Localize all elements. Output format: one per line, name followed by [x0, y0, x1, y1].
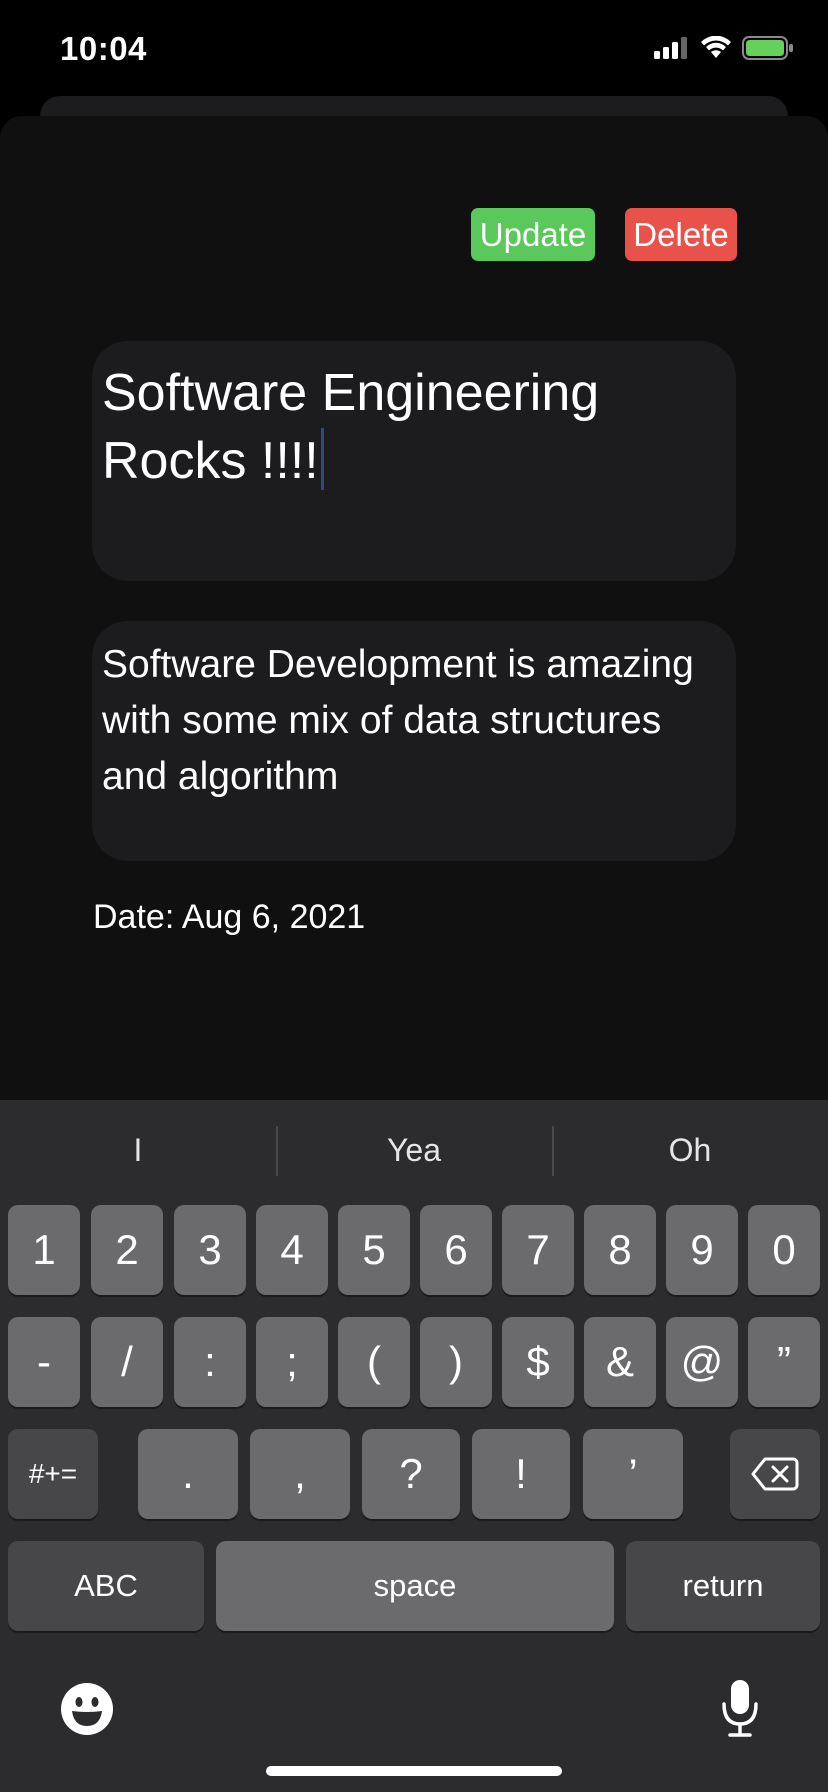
suggestion-item[interactable]: I — [0, 1100, 276, 1200]
text-cursor — [320, 428, 324, 490]
key-2[interactable]: 2 — [91, 1205, 163, 1295]
key-open-paren[interactable]: ( — [338, 1317, 410, 1407]
key-exclamation[interactable]: ! — [472, 1429, 570, 1519]
key-colon[interactable]: : — [174, 1317, 246, 1407]
status-icons — [654, 36, 794, 60]
key-9[interactable]: 9 — [666, 1205, 738, 1295]
emoji-icon[interactable] — [60, 1682, 114, 1736]
suggestion-item[interactable]: Yea — [276, 1100, 552, 1200]
key-slash[interactable]: / — [91, 1317, 163, 1407]
key-8[interactable]: 8 — [584, 1205, 656, 1295]
note-body-text: Software Development is amazing with som… — [102, 643, 694, 798]
key-close-paren[interactable]: ) — [420, 1317, 492, 1407]
home-indicator[interactable] — [266, 1766, 562, 1776]
suggestion-item[interactable]: Oh — [552, 1100, 828, 1200]
delete-icon — [751, 1457, 799, 1491]
note-title-field[interactable]: Software Engineering Rocks !!!! — [92, 341, 736, 581]
key-comma[interactable]: , — [250, 1429, 350, 1519]
key-5[interactable]: 5 — [338, 1205, 410, 1295]
note-date: Date: Aug 6, 2021 — [93, 898, 366, 936]
key-dollar[interactable]: $ — [502, 1317, 574, 1407]
delete-key[interactable] — [730, 1429, 820, 1519]
note-body-field[interactable]: Software Development is amazing with som… — [92, 621, 736, 861]
key-hyphen[interactable]: - — [8, 1317, 80, 1407]
note-sheet — [0, 116, 828, 1116]
status-bar: 10:04 — [0, 0, 828, 100]
battery-icon — [742, 36, 793, 60]
key-3[interactable]: 3 — [174, 1205, 246, 1295]
delete-button[interactable]: Delete — [625, 208, 737, 261]
microphone-icon[interactable] — [720, 1678, 760, 1738]
key-0[interactable]: 0 — [748, 1205, 820, 1295]
keyboard: I Yea Oh 1 2 3 4 5 6 7 8 9 0 - / : ; ( )… — [0, 1100, 828, 1792]
status-time: 10:04 — [60, 30, 147, 67]
more-symbols-key[interactable]: #+= — [8, 1429, 98, 1519]
space-key[interactable]: space — [216, 1541, 614, 1631]
key-4[interactable]: 4 — [256, 1205, 328, 1295]
return-key[interactable]: return — [626, 1541, 820, 1631]
wifi-icon — [701, 36, 731, 58]
update-button[interactable]: Update — [471, 208, 595, 261]
key-7[interactable]: 7 — [502, 1205, 574, 1295]
abc-key[interactable]: ABC — [8, 1541, 204, 1631]
key-question[interactable]: ? — [362, 1429, 460, 1519]
note-title-text: Software Engineering Rocks !!!! — [102, 364, 600, 490]
key-6[interactable]: 6 — [420, 1205, 492, 1295]
key-1[interactable]: 1 — [8, 1205, 80, 1295]
key-quote[interactable]: ” — [748, 1317, 820, 1407]
key-period[interactable]: . — [138, 1429, 238, 1519]
cellular-signal-icon — [654, 37, 687, 59]
key-at[interactable]: @ — [666, 1317, 738, 1407]
key-semicolon[interactable]: ; — [256, 1317, 328, 1407]
key-ampersand[interactable]: & — [584, 1317, 656, 1407]
suggestion-bar: I Yea Oh — [0, 1100, 828, 1200]
key-apostrophe[interactable]: ’ — [583, 1429, 683, 1519]
